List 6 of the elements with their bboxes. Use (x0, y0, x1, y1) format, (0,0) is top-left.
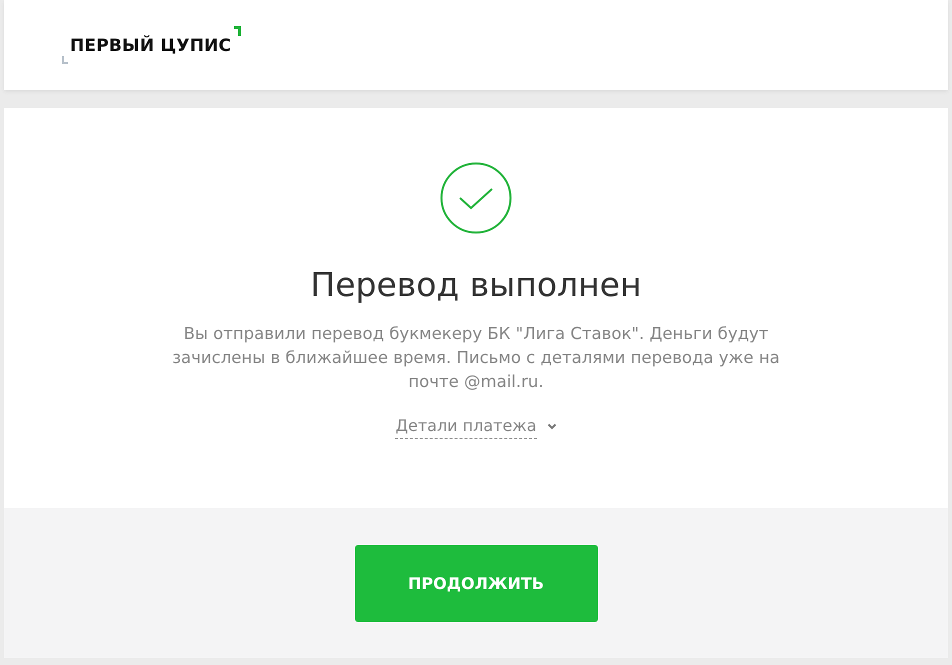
result-message: Вы отправили перевод букмекеру БК "Лига Ставок". Деньги будут зачислены в ближайшее время. Письмо с деталями перевода уже на почте @mail.ru. (171, 322, 781, 392)
result-title: Перевод выполнен (310, 264, 642, 306)
chevron-icon (546, 422, 557, 430)
payment-details-toggle[interactable]: Детали платежа (395, 414, 557, 438)
logo: ПЕРВЫЙ ЦУПИС (62, 26, 242, 64)
continue-button[interactable]: ПРОДОЛЖИТЬ (354, 545, 598, 622)
